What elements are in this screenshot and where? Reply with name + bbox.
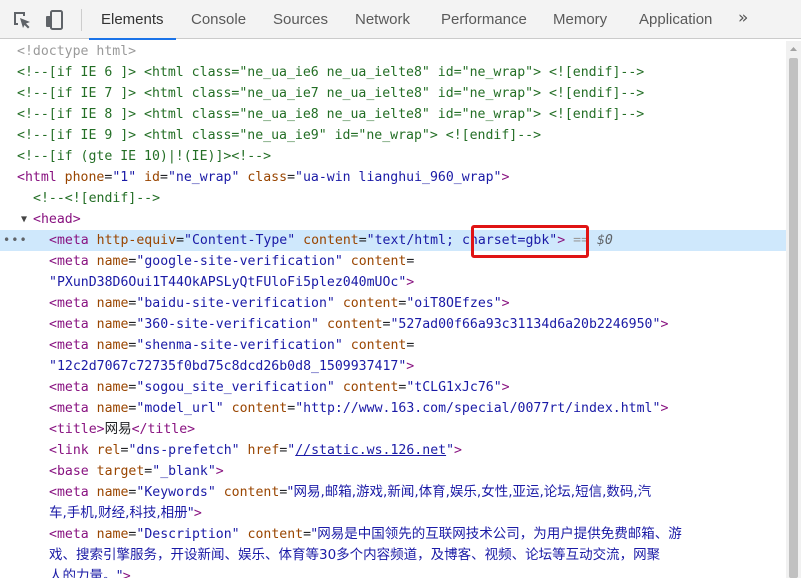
devtools-toolbar: Elements Console Sources Network Perform… [0, 0, 801, 40]
tree-node-meta-description-wrap[interactable]: 戏、搜索引擎服务，开设新闻、娱乐、体育等30多个内容频道，及博客、视频、论坛等互… [0, 545, 786, 566]
href-link[interactable]: //static.ws.126.net [295, 443, 446, 458]
meta-baidu-tag: <meta name="baidu-site-verification" con… [49, 296, 510, 311]
tree-node-meta-360[interactable]: <meta name="360-site-verification" conte… [0, 314, 786, 335]
meta-sogou-tag: <meta name="sogou_site_verification" con… [49, 380, 510, 395]
tab-memory[interactable]: Memory [553, 0, 607, 39]
meta-description-tag: <meta name="Description" content="网易是中国领… [49, 526, 682, 542]
toolbar-separator [81, 9, 82, 31]
comment-text: <!--<![endif]--> [33, 191, 161, 206]
doctype-text: <!doctype html> [17, 44, 137, 59]
meta-google-value: "PXunD38D6Oui1T44OkAPSLyQtFUloFi5plez040… [49, 275, 415, 290]
more-tabs-button[interactable]: » [738, 0, 748, 39]
inspect-element-icon[interactable] [11, 9, 33, 31]
tree-node-comment-ie9[interactable]: <!--[if IE 9 ]> <html class="ne_ua_ie9" … [0, 125, 786, 146]
tree-node-meta-keywords-wrap[interactable]: 车,手机,财经,科技,相册"> [0, 503, 786, 524]
meta-shenma-tag: <meta name="shenma-site-verification" co… [49, 338, 415, 353]
meta-description-value-end: 人的力量。"> [49, 568, 131, 578]
tree-node-meta-model-url[interactable]: <meta name="model_url" content="http://w… [0, 398, 786, 419]
meta-keywords-value: 车,手机,财经,科技,相册"> [49, 505, 202, 521]
elements-tree: <!doctype html> <!--[if IE 6 ]> <html cl… [0, 41, 801, 578]
meta-360-tag: <meta name="360-site-verification" conte… [49, 317, 669, 332]
meta-model-url-tag: <meta name="model_url" content="http://w… [49, 401, 669, 416]
comment-text: <!--[if IE 9 ]> <html class="ne_ua_ie9" … [17, 128, 542, 143]
tree-node-base[interactable]: <base target="_blank"> [0, 461, 786, 482]
tree-node-meta-google-wrap[interactable]: "PXunD38D6Oui1T44OkAPSLyQtFUloFi5plez040… [0, 272, 786, 293]
meta-description-value: 戏、搜索引擎服务，开设新闻、娱乐、体育等30多个内容频道，及博客、视频、论坛等互… [49, 547, 661, 563]
tree-node-meta-google[interactable]: <meta name="google-site-verification" co… [0, 251, 786, 272]
tab-performance[interactable]: Performance [441, 0, 527, 39]
comment-text: <!--[if (gte IE 10)|!(IE)]><!--> [17, 149, 272, 164]
meta-google-tag: <meta name="google-site-verification" co… [49, 254, 415, 269]
tree-node-meta-description[interactable]: <meta name="Description" content="网易是中国领… [0, 524, 786, 545]
tree-node-title[interactable]: <title>网易</title> [0, 419, 786, 440]
meta-shenma-value: "12c2d7067c72735f0bd75c8dcd26b0d8_150993… [49, 359, 415, 374]
tab-application[interactable]: Application [639, 0, 712, 39]
tree-node-head[interactable]: ▼ <head> [0, 209, 786, 230]
meta-keywords-tag: <meta name="Keywords" content="网易,邮箱,游戏,… [49, 484, 652, 500]
head-open-tag: <head> [33, 212, 81, 227]
tree-node-link[interactable]: <link rel="dns-prefetch" href="//static.… [0, 440, 786, 461]
base-tag: <base target="_blank"> [49, 464, 224, 479]
link-tag: <link rel="dns-prefetch" href="//static.… [49, 443, 462, 458]
comment-text: <!--[if IE 6 ]> <html class="ne_ua_ie6 n… [17, 65, 645, 80]
tree-node-meta-keywords[interactable]: <meta name="Keywords" content="网易,邮箱,游戏,… [0, 482, 786, 503]
tree-node-meta-selected[interactable]: ••• <meta http-equiv="Content-Type" cont… [0, 230, 786, 251]
title-tag: <title>网易</title> [49, 421, 196, 437]
tree-node-meta-sogou[interactable]: <meta name="sogou_site_verification" con… [0, 377, 786, 398]
tree-node-meta-shenma-wrap[interactable]: "12c2d7067c72735f0bd75c8dcd26b0d8_150993… [0, 356, 786, 377]
comment-text: <!--[if IE 7 ]> <html class="ne_ua_ie7 n… [17, 86, 645, 101]
comment-text: <!--[if IE 8 ]> <html class="ne_ua_ie8 n… [17, 107, 645, 122]
tree-node-meta-shenma[interactable]: <meta name="shenma-site-verification" co… [0, 335, 786, 356]
tab-network[interactable]: Network [355, 0, 410, 39]
tree-node-comment-ie6[interactable]: <!--[if IE 6 ]> <html class="ne_ua_ie6 n… [0, 62, 786, 83]
tree-node-comment-ie7[interactable]: <!--[if IE 7 ]> <html class="ne_ua_ie7 n… [0, 83, 786, 104]
scrollbar-thumb[interactable] [789, 58, 798, 578]
tree-node-doctype[interactable]: <!doctype html> [0, 41, 786, 62]
tab-elements[interactable]: Elements [89, 0, 175, 40]
tree-node-comment-gte-ie10[interactable]: <!--[if (gte IE 10)|!(IE)]><!--> [0, 146, 786, 167]
device-toolbar-icon[interactable] [43, 9, 65, 31]
charset-highlight-box [471, 225, 589, 258]
more-options-icon[interactable]: ••• [3, 230, 28, 251]
tab-sources[interactable]: Sources [273, 0, 328, 39]
tab-console[interactable]: Console [191, 0, 246, 39]
tree-node-comment-ie8[interactable]: <!--[if IE 8 ]> <html class="ne_ua_ie8 n… [0, 104, 786, 125]
expand-arrow-icon[interactable]: ▼ [21, 209, 27, 230]
html-open-tag: <html phone="1" id="ne_wrap" class="ua-w… [17, 170, 510, 185]
tree-node-meta-baidu[interactable]: <meta name="baidu-site-verification" con… [0, 293, 786, 314]
scroll-up-arrow-icon[interactable] [786, 42, 801, 56]
tree-node-html[interactable]: <html phone="1" id="ne_wrap" class="ua-w… [0, 167, 786, 188]
tree-node-meta-description-wrap[interactable]: 人的力量。"> [0, 566, 786, 578]
tree-node-comment-endif[interactable]: <!--<![endif]--> [0, 188, 786, 209]
